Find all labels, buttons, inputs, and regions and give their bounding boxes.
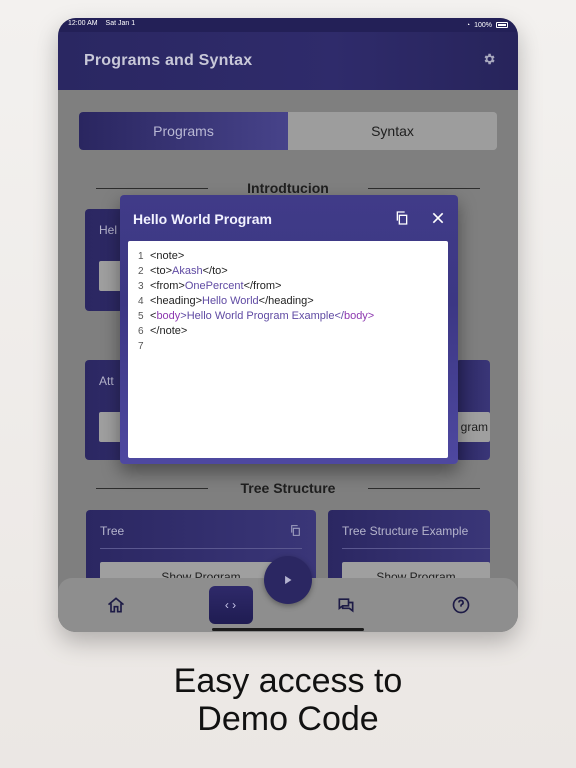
card-title: Tree: [100, 524, 125, 538]
code-line: 7: [138, 339, 438, 354]
modal-title: Hello World Program: [133, 211, 272, 227]
code-text: <note>: [150, 250, 185, 262]
nav-home[interactable]: [94, 586, 138, 624]
play-icon: [285, 575, 292, 585]
card-title: Att: [99, 374, 114, 388]
code-tag-name: body>: [343, 310, 375, 322]
code-modal: Hello World Program 1 <note> 2 <to>Akash</…: [120, 195, 458, 464]
code-value: Akash: [172, 265, 203, 277]
section-title-intro: Introdtucion: [96, 180, 480, 196]
line-number: 1: [138, 251, 144, 262]
code-line: 1 <note>: [138, 249, 438, 264]
code-text: </heading>: [258, 295, 314, 307]
card-divider: [342, 548, 490, 549]
section-title-tree: Tree Structure: [96, 480, 480, 496]
wifi-icon: ◔: [465, 21, 471, 29]
tab-syntax[interactable]: Syntax: [288, 112, 497, 150]
page-title: Programs and Syntax: [84, 52, 253, 69]
caption-line-2: Demo Code: [197, 700, 379, 738]
chat-icon: [338, 598, 353, 613]
marketing-caption: Easy access to Demo Code: [0, 662, 576, 738]
status-time: 12:00 AM: [68, 20, 98, 27]
home-icon: [107, 597, 124, 613]
help-icon: [452, 596, 469, 614]
home-indicator: [212, 628, 364, 631]
battery-percent: 100%: [474, 21, 492, 29]
app-header: Programs and Syntax: [58, 32, 518, 90]
code-tag-name: body: [156, 310, 181, 322]
code-value: Hello World: [202, 295, 259, 307]
code-text: </to>: [202, 265, 228, 277]
code-line: 6 </note>: [138, 324, 438, 339]
battery-icon: [496, 22, 508, 28]
caption-line-1: Easy access to: [173, 662, 403, 700]
program-card-right[interactable]: gram: [408, 360, 490, 460]
copy-icon[interactable]: [289, 524, 302, 537]
copy-icon[interactable]: [394, 210, 410, 226]
nav-help[interactable]: [439, 586, 483, 624]
nav-code[interactable]: ‹ ›: [208, 586, 253, 624]
code-text: <to>: [150, 265, 173, 277]
card-title: Tree Structure Example: [342, 524, 469, 538]
code-text: </note>: [150, 325, 188, 337]
nav-chat[interactable]: [324, 586, 368, 624]
code-value: >Hello World Program Example</: [180, 310, 344, 322]
line-number: 2: [138, 266, 144, 277]
card-divider: [100, 548, 302, 549]
segmented-control: Programs Syntax: [79, 112, 497, 150]
card-title: Hel: [99, 223, 118, 237]
line-number: 5: [138, 311, 144, 322]
code-block: 1 <note> 2 <to>Akash</to> 3 <from>OnePercen…: [128, 241, 448, 458]
run-fab[interactable]: [264, 556, 312, 604]
code-text: </from>: [243, 280, 282, 292]
code-line: 3 <from>OnePercent</from>: [138, 279, 438, 294]
code-value: OnePercent: [184, 280, 244, 292]
status-bar: 12:00 AM Sat Jan 1 ◔ 100%: [58, 18, 518, 32]
status-date: Sat Jan 1: [105, 20, 136, 27]
line-number: 7: [138, 341, 144, 352]
close-icon[interactable]: [430, 210, 446, 226]
tab-programs[interactable]: Programs: [79, 112, 288, 150]
code-line: 5 <body>Hello World Program Example</body…: [138, 309, 438, 324]
code-text: <heading>: [150, 295, 202, 307]
gear-icon[interactable]: [482, 52, 496, 66]
code-icon: ‹ ›: [224, 598, 237, 612]
line-number: 6: [138, 326, 144, 337]
line-number: 3: [138, 281, 144, 292]
code-text: <from>: [150, 280, 185, 292]
code-line: 4 <heading>Hello World</heading>: [138, 294, 438, 309]
line-number: 4: [138, 296, 144, 307]
code-line: 2 <to>Akash</to>: [138, 264, 438, 279]
